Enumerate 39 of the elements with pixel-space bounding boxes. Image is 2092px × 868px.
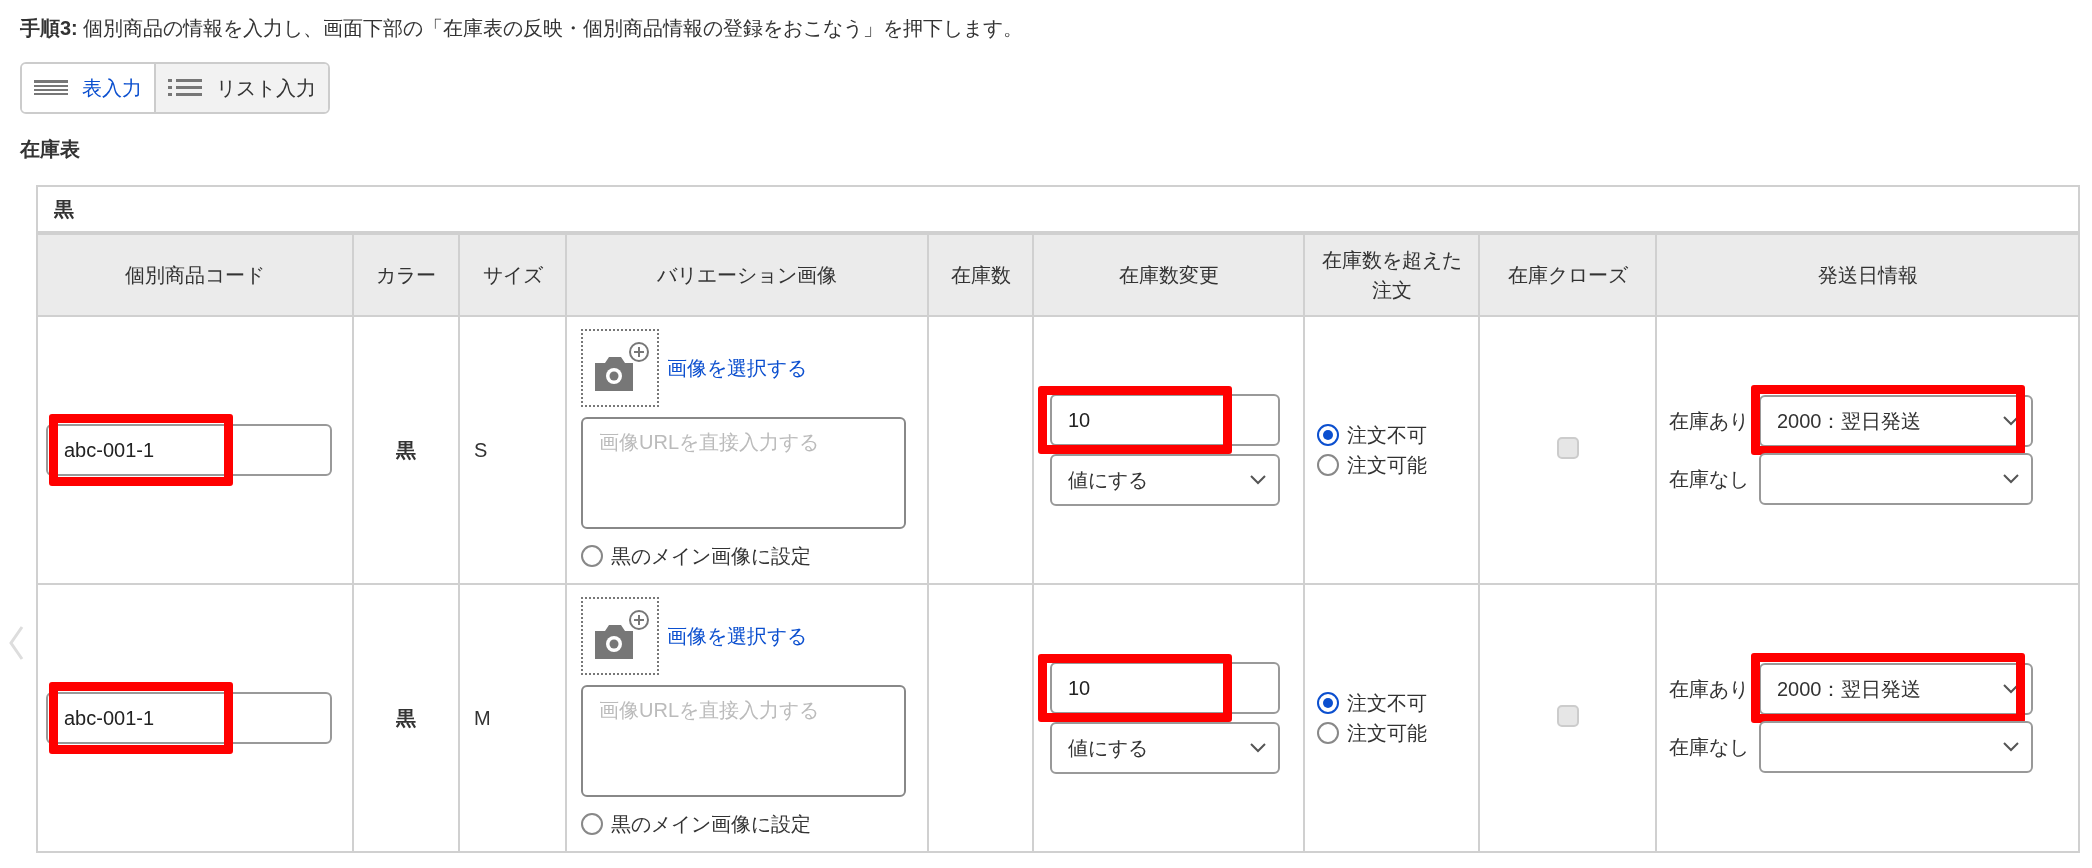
section-title: 在庫表 [20,137,81,162]
column-header: 発送日情報 [1656,233,2079,316]
shipping-label: 在庫あり [1669,408,1749,434]
instruction-text: 手順3: 個別商品の情報を入力し、画面下部の「在庫表の反映・個別商品情報の登録をおこなう」を押下します。 [20,16,1025,41]
column-header: 在庫数を超えた注文 [1304,233,1479,316]
image-url-field[interactable]: 画像URLを直接入力する [581,417,906,529]
column-header: 在庫数 [928,233,1033,316]
change-mode-select[interactable]: 値にする [1050,454,1280,506]
size-value: M [474,706,491,729]
column-header: サイズ [459,233,566,316]
radio-label: 注文不可 [1347,691,1427,716]
product-code-field[interactable]: abc-001-1 [46,692,332,744]
color-value: 黒 [396,438,416,461]
shipping-date-select[interactable]: 2000：翌日発送 [1759,663,2033,715]
size-value: S [474,438,488,461]
radio-label: 注文可能 [1347,721,1427,746]
shipping-label: 在庫あり [1669,676,1749,702]
change-mode-select[interactable]: 値にする [1050,722,1280,774]
radio-label: 注文不可 [1347,423,1427,448]
image-url-field[interactable]: 画像URLを直接入力する [581,685,906,797]
column-header: 在庫数変更 [1033,233,1304,316]
shipping-date-select[interactable]: 2000：翌日発送 [1759,395,2033,447]
shipping-label: 在庫なし [1669,466,1749,492]
product-code-field[interactable]: abc-001-1 [46,424,332,476]
stock-change-field[interactable]: 10 [1050,394,1280,446]
radio-label: 黒のメイン画像に設定 [611,544,811,569]
group-title: 黒 [54,197,74,220]
column-header: カラー [353,233,459,316]
color-value: 黒 [396,706,416,729]
column-header: 個別商品コード [37,233,353,316]
column-header: バリエーション画像 [566,233,928,316]
column-header: 在庫クローズ [1479,233,1656,316]
radio-label: 黒のメイン画像に設定 [611,812,811,837]
view-tab[interactable]: リスト入力 [154,64,328,112]
select-image-link[interactable]: 画像を選択する [667,354,807,382]
shipping-label: 在庫なし [1669,734,1749,760]
stock-change-field[interactable]: 10 [1050,662,1280,714]
select-image-link[interactable]: 画像を選択する [667,622,807,650]
radio-label: 注文可能 [1347,453,1427,478]
